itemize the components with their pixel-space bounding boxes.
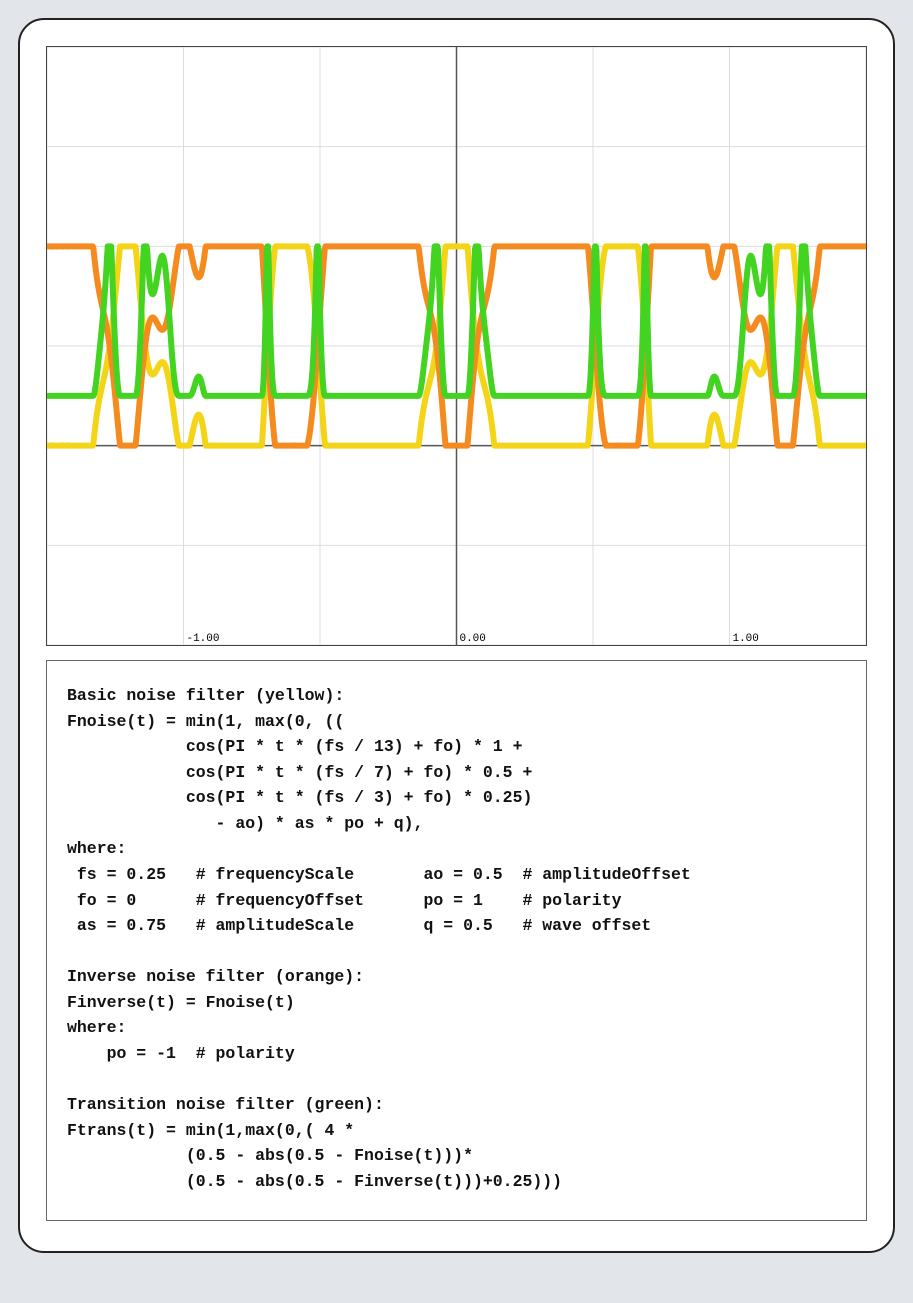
x-tick-label: 0.00 xyxy=(459,633,485,645)
chart-plot: 0.001.00-1.000.001.00 xyxy=(46,46,867,646)
figure-card: 0.001.00-1.000.001.00 Basic noise filter… xyxy=(18,18,895,1253)
chart-svg: 0.001.00-1.000.001.00 xyxy=(47,47,866,645)
x-tick-label: -1.00 xyxy=(186,633,219,645)
x-tick-label: 1.00 xyxy=(732,633,758,645)
formula-description: Basic noise filter (yellow): Fnoise(t) =… xyxy=(46,660,867,1221)
